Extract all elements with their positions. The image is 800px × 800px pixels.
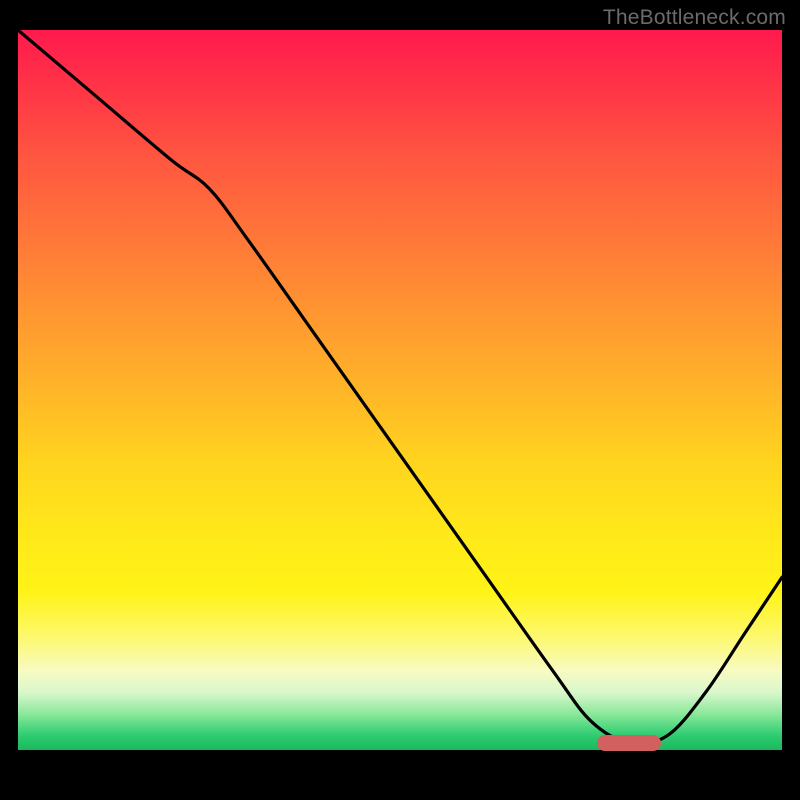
optimal-range-marker xyxy=(597,735,661,751)
background-gradient xyxy=(18,30,782,750)
chart-frame xyxy=(18,30,782,782)
plot-area xyxy=(18,30,782,782)
watermark-text: TheBottleneck.com xyxy=(603,6,786,30)
baseline-strip xyxy=(18,750,782,782)
